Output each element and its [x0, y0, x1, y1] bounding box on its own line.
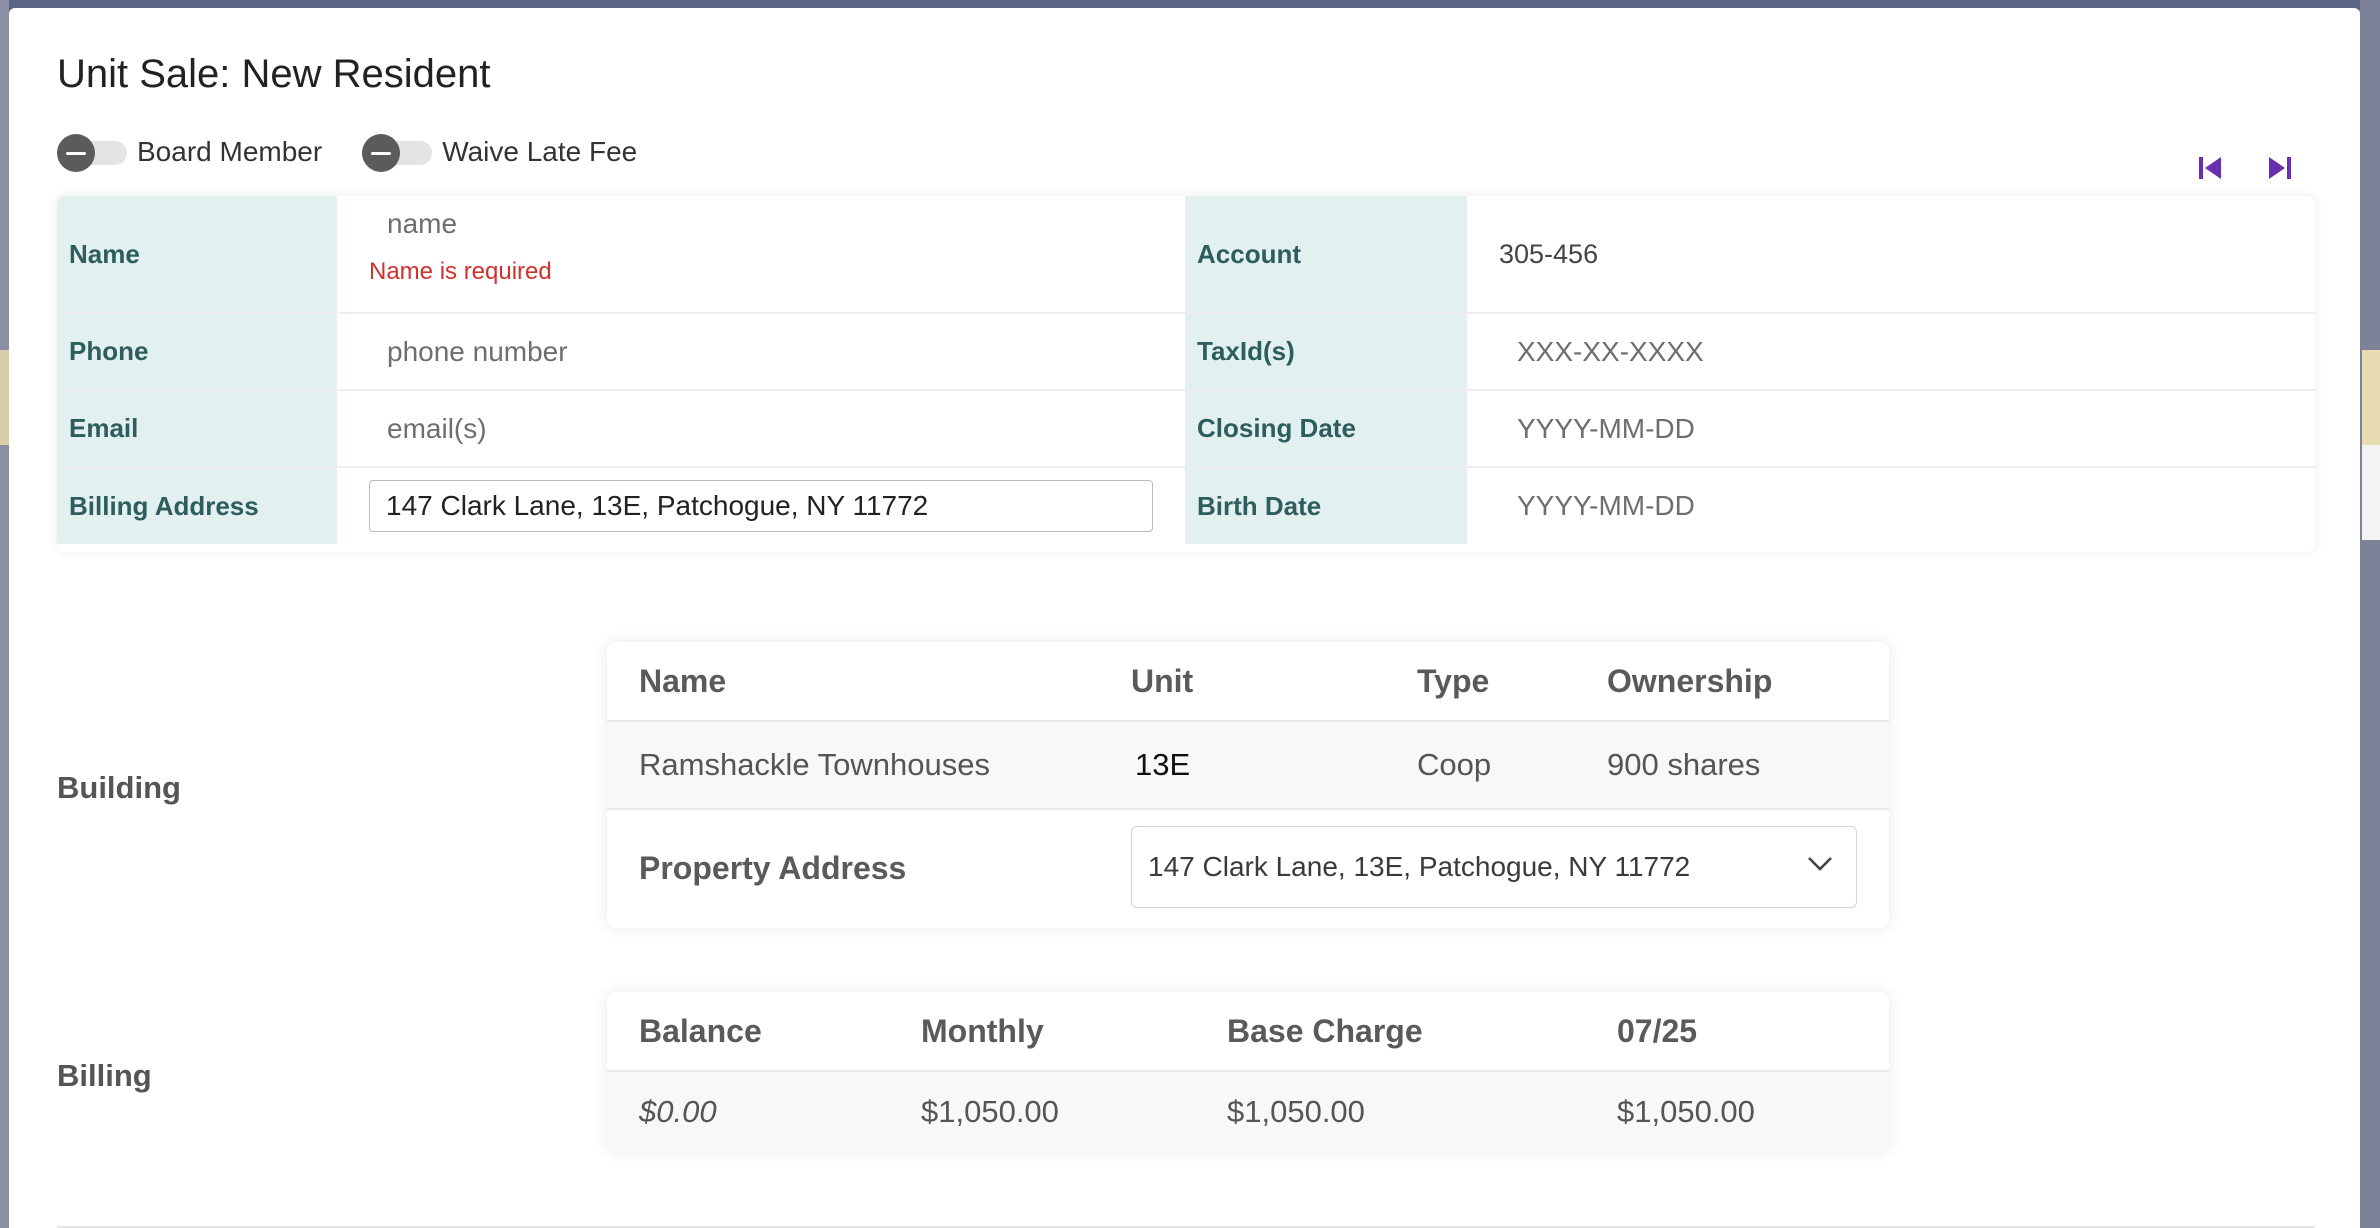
table-row: $0.00 $1,050.00 $1,050.00 $1,050.00 [607, 1072, 1889, 1152]
billing-address-label: Billing Address [57, 468, 337, 544]
toggle-off-icon [362, 134, 401, 172]
closing-date-input[interactable]: YYYY-MM-DD [1467, 391, 2315, 468]
background-highlight-right [2362, 350, 2380, 445]
monthly-value: $1,050.00 [921, 1094, 1059, 1129]
building-section-label: Building [57, 770, 181, 805]
waive-late-fee-label: Waive Late Fee [442, 136, 638, 167]
taxid-label: TaxId(s) [1185, 314, 1467, 391]
board-member-switch[interactable] [57, 134, 129, 172]
property-address-value: 147 Clark Lane, 13E, Patchogue, NY 11772 [1148, 851, 1691, 882]
background-page-right [2360, 0, 2380, 1228]
account-label: Account [1185, 196, 1467, 314]
account-field: 305-456 [1467, 196, 2315, 314]
unit-sale-modal: Unit Sale: New Resident Board Member Wai… [9, 8, 2360, 1228]
birth-date-placeholder: YYYY-MM-DD [1517, 490, 1695, 521]
name-input[interactable]: name [337, 208, 457, 240]
type-value: Coop [1417, 747, 1492, 782]
waive-late-fee-switch[interactable] [362, 134, 434, 172]
property-address-label: Property Address [639, 849, 907, 886]
skip-first-icon [2199, 157, 2221, 179]
email-placeholder: email(s) [387, 412, 487, 444]
phone-label: Phone [57, 314, 337, 391]
billing-table: Balance Monthly Base Charge 07/25 $0.00 … [607, 992, 1889, 1152]
billing-address-input[interactable]: 147 Clark Lane, 13E, Patchogue, NY 11772 [369, 480, 1153, 532]
chevron-down-icon [1808, 857, 1832, 871]
board-member-toggle[interactable]: Board Member [57, 134, 323, 172]
col-type: Type [1417, 662, 1490, 699]
background-panel-right [2362, 445, 2380, 540]
birth-date-label: Birth Date [1185, 468, 1467, 544]
col-period: 07/25 [1617, 1012, 1698, 1049]
taxid-placeholder: XXX-XX-XXXX [1517, 335, 1704, 367]
email-label: Email [57, 391, 337, 468]
birth-date-input[interactable]: YYYY-MM-DD [1467, 468, 2315, 544]
col-name: Name [639, 662, 727, 699]
toggle-row: Board Member Waive Late Fee [57, 134, 677, 172]
resident-info-card: Name name Name is required Account 305-4… [57, 196, 2315, 552]
balance-value: $0.00 [639, 1094, 717, 1129]
background-highlight-left [0, 350, 9, 445]
table-row: Ramshackle Townhouses 13E Coop 900 share… [607, 722, 1889, 810]
waive-late-fee-toggle[interactable]: Waive Late Fee [362, 134, 638, 172]
building-table: Name Unit Type Ownership Ramshackle Town… [607, 642, 1889, 928]
closing-date-label: Closing Date [1185, 391, 1467, 468]
ownership-value: 900 shares [1607, 747, 1761, 782]
phone-placeholder: phone number [387, 335, 568, 367]
col-unit: Unit [1131, 662, 1194, 699]
name-error: Name is required [369, 258, 552, 285]
base-charge-value: $1,050.00 [1227, 1094, 1365, 1129]
billing-section-label: Billing [57, 1058, 152, 1093]
record-navigation [2160, 148, 2300, 188]
period-value: $1,050.00 [1617, 1094, 1755, 1129]
skip-last-icon [2269, 157, 2291, 179]
board-member-label: Board Member [137, 136, 323, 167]
phone-input[interactable]: phone number [337, 314, 1185, 391]
building-name: Ramshackle Townhouses [639, 747, 990, 782]
billing-table-header: Balance Monthly Base Charge 07/25 [607, 992, 1889, 1072]
col-monthly: Monthly [921, 1012, 1044, 1049]
account-value: 305-456 [1499, 238, 1599, 269]
billing-address-field: 147 Clark Lane, 13E, Patchogue, NY 11772 [337, 468, 1185, 544]
unit-value: 13E [1135, 747, 1191, 782]
name-label: Name [57, 196, 337, 314]
closing-date-placeholder: YYYY-MM-DD [1517, 412, 1695, 444]
taxid-input[interactable]: XXX-XX-XXXX [1467, 314, 2315, 391]
col-balance: Balance [639, 1012, 762, 1049]
first-record-button[interactable] [2190, 148, 2230, 188]
property-address-select[interactable]: 147 Clark Lane, 13E, Patchogue, NY 11772 [1131, 826, 1857, 908]
building-table-header: Name Unit Type Ownership [607, 642, 1889, 722]
col-base-charge: Base Charge [1227, 1012, 1423, 1049]
last-record-button[interactable] [2260, 148, 2300, 188]
name-field[interactable]: name Name is required [337, 196, 1185, 314]
property-address-row: Property Address 147 Clark Lane, 13E, Pa… [607, 810, 1889, 926]
modal-title: Unit Sale: New Resident [57, 52, 491, 96]
email-input[interactable]: email(s) [337, 391, 1185, 468]
col-ownership: Ownership [1607, 662, 1773, 699]
toggle-off-icon [57, 134, 95, 172]
background-page-left [0, 0, 9, 1228]
